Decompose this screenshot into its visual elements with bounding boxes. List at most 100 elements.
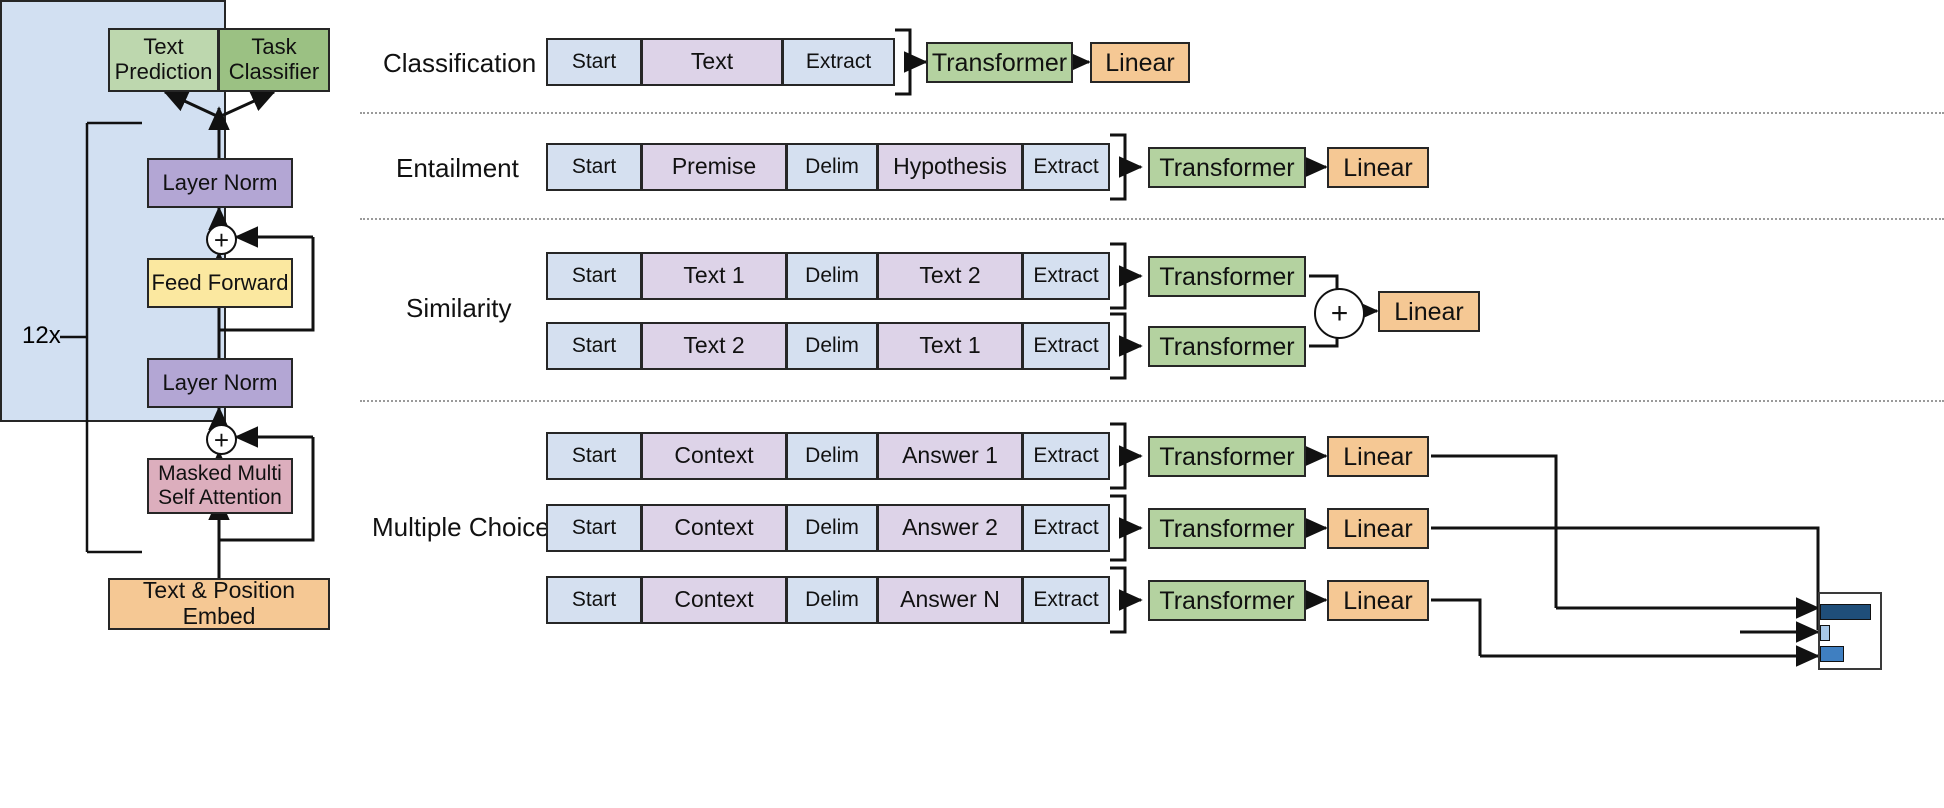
token-start: Start bbox=[546, 38, 642, 86]
head-text-prediction: Text Prediction bbox=[108, 28, 219, 92]
task-label-entailment-text: Entailment bbox=[396, 153, 519, 183]
token-hypothesis: Hypothesis bbox=[878, 143, 1023, 191]
token-context: Context bbox=[642, 432, 787, 480]
token-label: Start bbox=[572, 444, 616, 468]
token-start: Start bbox=[546, 432, 642, 480]
task-label-similarity: Similarity bbox=[406, 293, 511, 324]
token-label: Delim bbox=[805, 155, 859, 179]
block-masked-multi-self-attention-label: Masked Multi Self Attention bbox=[153, 462, 287, 509]
block-layer-norm-top: Layer Norm bbox=[147, 158, 293, 208]
token-label: Start bbox=[572, 516, 616, 540]
token-delim: Delim bbox=[787, 432, 878, 480]
token-extract: Extract bbox=[1023, 252, 1110, 300]
module-transformer-mc-n: Transformer bbox=[1148, 580, 1306, 621]
token-label: Start bbox=[572, 588, 616, 612]
output-bar-answer-1 bbox=[1820, 604, 1871, 620]
token-label: Extract bbox=[1033, 334, 1098, 358]
module-transformer-entailment-label: Transformer bbox=[1159, 154, 1294, 182]
residual-add-top: + bbox=[206, 224, 237, 255]
token-label: Text 1 bbox=[919, 333, 980, 359]
token-extract: Extract bbox=[783, 38, 895, 86]
module-transformer-classification-label: Transformer bbox=[932, 49, 1067, 77]
token-delim: Delim bbox=[787, 576, 878, 624]
module-transformer-similarity-b-label: Transformer bbox=[1159, 333, 1294, 361]
token-extract-label: Extract bbox=[806, 50, 871, 74]
module-transformer-mc-1: Transformer bbox=[1148, 436, 1306, 477]
token-answer-1: Answer 1 bbox=[878, 432, 1023, 480]
token-label: Delim bbox=[805, 334, 859, 358]
token-label: Context bbox=[674, 515, 753, 541]
token-answer-n: Answer N bbox=[878, 576, 1023, 624]
token-label: Context bbox=[674, 443, 753, 469]
token-extract: Extract bbox=[1023, 576, 1110, 624]
token-text-2: Text 2 bbox=[878, 252, 1023, 300]
repeat-count-label: 12x bbox=[22, 322, 61, 350]
token-label: Delim bbox=[805, 264, 859, 288]
token-start: Start bbox=[546, 252, 642, 300]
token-label: Delim bbox=[805, 444, 859, 468]
token-label: Answer 1 bbox=[902, 443, 998, 469]
token-label: Start bbox=[572, 334, 616, 358]
task-label-multiple-choice: Multiple Choice bbox=[372, 512, 550, 543]
module-linear-mc-1: Linear bbox=[1327, 436, 1429, 477]
token-label: Premise bbox=[672, 154, 756, 180]
residual-add-top-symbol: + bbox=[214, 227, 229, 253]
token-start: Start bbox=[546, 576, 642, 624]
head-task-classifier: Task Classifier bbox=[219, 28, 330, 92]
token-delim: Delim bbox=[787, 143, 878, 191]
block-feed-forward: Feed Forward bbox=[147, 258, 293, 308]
text-position-embed: Text & Position Embed bbox=[108, 578, 330, 630]
token-label: Text 1 bbox=[683, 263, 744, 289]
module-transformer-mc-n-label: Transformer bbox=[1159, 587, 1294, 615]
module-linear-mc-n: Linear bbox=[1327, 580, 1429, 621]
token-label: Answer 2 bbox=[902, 515, 998, 541]
separator-2 bbox=[360, 218, 1944, 220]
token-text-1: Text 1 bbox=[642, 252, 787, 300]
token-start: Start bbox=[546, 322, 642, 370]
text-position-embed-label: Text & Position Embed bbox=[110, 578, 328, 630]
token-text-label: Text bbox=[691, 49, 733, 75]
separator-3 bbox=[360, 400, 1944, 402]
module-linear-entailment: Linear bbox=[1327, 147, 1429, 188]
token-text-1: Text 1 bbox=[878, 322, 1023, 370]
token-label: Text 2 bbox=[919, 263, 980, 289]
token-extract: Extract bbox=[1023, 143, 1110, 191]
module-linear-classification: Linear bbox=[1090, 42, 1190, 83]
multiple-choice-output-chart bbox=[1818, 592, 1882, 670]
task-label-classification-text: Classification bbox=[383, 48, 536, 78]
token-text-2: Text 2 bbox=[642, 322, 787, 370]
module-linear-mc-2: Linear bbox=[1327, 508, 1429, 549]
residual-add-bottom: + bbox=[206, 424, 237, 455]
module-transformer-entailment: Transformer bbox=[1148, 147, 1306, 188]
similarity-sum-node: + bbox=[1314, 288, 1365, 339]
token-start-label: Start bbox=[572, 50, 616, 74]
token-label: Context bbox=[674, 587, 753, 613]
token-delim: Delim bbox=[787, 252, 878, 300]
module-transformer-similarity-a-label: Transformer bbox=[1159, 263, 1294, 291]
task-label-entailment: Entailment bbox=[396, 153, 519, 184]
token-label: Extract bbox=[1033, 264, 1098, 288]
module-linear-mc-2-label: Linear bbox=[1343, 515, 1413, 543]
head-text-prediction-label: Text Prediction bbox=[110, 35, 217, 84]
module-transformer-mc-2-label: Transformer bbox=[1159, 515, 1294, 543]
token-label: Extract bbox=[1033, 588, 1098, 612]
token-label: Hypothesis bbox=[893, 154, 1007, 180]
block-layer-norm-top-label: Layer Norm bbox=[163, 171, 278, 196]
module-transformer-mc-2: Transformer bbox=[1148, 508, 1306, 549]
head-task-classifier-label: Task Classifier bbox=[220, 35, 328, 84]
block-feed-forward-label: Feed Forward bbox=[152, 271, 289, 296]
token-extract: Extract bbox=[1023, 322, 1110, 370]
token-label: Extract bbox=[1033, 155, 1098, 179]
module-linear-similarity-label: Linear bbox=[1394, 298, 1464, 326]
module-linear-entailment-label: Linear bbox=[1343, 154, 1413, 182]
token-label: Start bbox=[572, 264, 616, 288]
output-bar-answer-2 bbox=[1820, 625, 1830, 641]
token-premise: Premise bbox=[642, 143, 787, 191]
token-label: Extract bbox=[1033, 516, 1098, 540]
token-delim: Delim bbox=[787, 322, 878, 370]
module-linear-mc-1-label: Linear bbox=[1343, 443, 1413, 471]
task-label-similarity-text: Similarity bbox=[406, 293, 511, 323]
token-delim: Delim bbox=[787, 504, 878, 552]
output-bar-answer-n bbox=[1820, 646, 1844, 662]
similarity-sum-symbol: + bbox=[1331, 299, 1349, 329]
